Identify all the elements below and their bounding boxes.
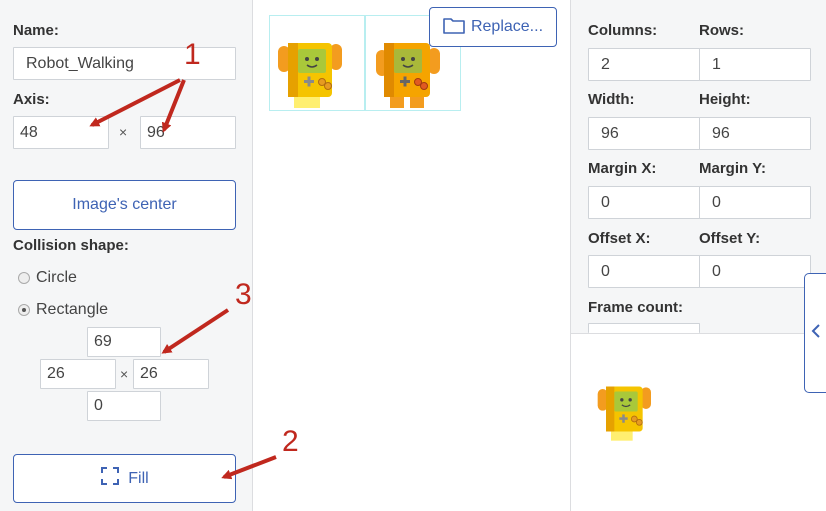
annotation-number-1: 1 [184,38,201,71]
replace-button-label: Replace... [470,18,544,35]
image-center-button[interactable]: Image's center [13,180,236,230]
name-input[interactable]: Robot_Walking [13,47,236,80]
annotation-number-2: 2 [282,425,299,458]
margin-y-label: Margin Y: [699,160,766,177]
collision-right-input[interactable]: 26 [133,359,209,389]
frame-count-label: Frame count: [588,299,684,316]
rows-label: Rows: [699,22,744,39]
robot-preview-sprite [597,386,651,441]
fill-frame-icon [100,466,120,491]
columns-label: Columns: [588,22,658,39]
animation-preview [571,333,826,511]
collision-shape-label: Collision shape: [13,237,129,254]
height-label: Height: [699,91,751,108]
right-panel: Columns: Rows: 2 1 Width: Height: 96 96 … [570,0,826,511]
sprite-frame-1[interactable] [269,15,365,111]
fill-button[interactable]: Fill [13,454,236,503]
image-center-button-label: Image's center [72,196,177,213]
margin-x-label: Margin X: [588,160,657,177]
collapse-panel-tab[interactable] [804,273,826,393]
annotation-number-3: 3 [235,278,252,311]
rows-input[interactable]: 1 [699,48,811,81]
folder-icon [443,16,465,39]
collision-left-input[interactable]: 26 [40,359,116,389]
radio-rectangle[interactable]: Rectangle [18,301,108,319]
offset-y-input[interactable]: 0 [699,255,811,288]
collision-top-input[interactable]: 69 [87,327,161,357]
collision-times-symbol: × [120,366,129,382]
times-symbol: × [119,124,128,140]
left-panel: Name: Robot_Walking Axis: 48 × 96 Image'… [0,0,253,511]
frame-count-input[interactable] [588,323,700,333]
radio-rectangle-button[interactable] [18,304,30,316]
offset-x-input[interactable]: 0 [588,255,700,288]
width-label: Width: [588,91,635,108]
height-input[interactable]: 96 [699,117,811,150]
axis-label: Axis: [13,91,50,108]
offset-x-label: Offset X: [588,230,651,247]
margin-y-input[interactable]: 0 [699,186,811,219]
collision-bottom-input[interactable]: 0 [87,391,161,421]
radio-circle[interactable]: Circle [18,269,77,287]
offset-y-label: Offset Y: [699,230,761,247]
radio-rectangle-label: Rectangle [36,301,109,318]
robot-sprite-1 [278,43,342,108]
name-label: Name: [13,22,59,39]
radio-circle-label: Circle [36,269,77,286]
radio-circle-button[interactable] [18,272,30,284]
replace-button[interactable]: Replace... [429,7,557,47]
sprite-sheet-view: Replace... [253,0,570,511]
width-input[interactable]: 96 [588,117,700,150]
margin-x-input[interactable]: 0 [588,186,700,219]
fill-button-label: Fill [128,469,149,487]
axis-x-input[interactable]: 48 [13,116,109,149]
chevron-left-icon [811,323,821,344]
axis-y-input[interactable]: 96 [140,116,236,149]
columns-input[interactable]: 2 [588,48,700,81]
